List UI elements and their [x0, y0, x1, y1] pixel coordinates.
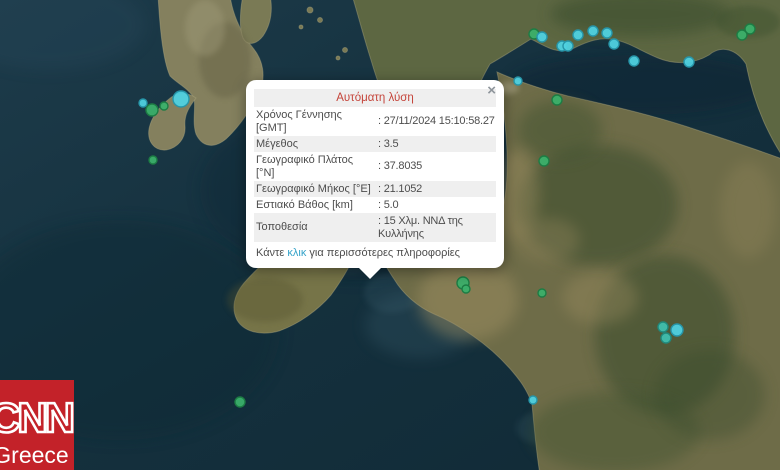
detail-row: Γεωγραφικό Πλάτος [°N]: 37.8035 [254, 152, 496, 181]
field-value: : 3.5 [376, 136, 496, 152]
earthquake-marker[interactable] [173, 91, 189, 107]
earthquake-marker[interactable] [514, 77, 522, 85]
earthquake-marker[interactable] [588, 26, 598, 36]
islet [343, 48, 348, 53]
earthquake-marker[interactable] [671, 324, 683, 336]
map-viewport: × Αυτόματη λύση Χρόνος Γέννησης [GMT]: 2… [0, 0, 780, 470]
earthquake-marker[interactable] [661, 333, 671, 343]
logo-region-text: Greece [0, 442, 69, 468]
field-label: Μέγεθος [254, 136, 376, 152]
field-label: Γεωγραφικό Μήκος [°E] [254, 181, 376, 197]
earthquake-marker[interactable] [629, 56, 639, 66]
field-label: Τοποθεσία [254, 213, 376, 242]
earthquake-marker[interactable] [563, 41, 573, 51]
more-info-link[interactable]: κλικ [287, 247, 306, 259]
cnn-greece-logo: CNN Greece [0, 380, 74, 470]
popup-tail [358, 267, 382, 279]
islet [307, 7, 313, 13]
earthquake-marker[interactable] [602, 28, 612, 38]
field-value: : 5.0 [376, 197, 496, 213]
field-label: Γεωγραφικό Πλάτος [°N] [254, 152, 376, 181]
close-icon[interactable]: × [487, 83, 496, 98]
earthquake-marker[interactable] [149, 156, 157, 164]
popup-title: Αυτόματη λύση [254, 89, 496, 107]
hint-text-before: Κάντε [256, 247, 287, 259]
earthquake-popup: × Αυτόματη λύση Χρόνος Γέννησης [GMT]: 2… [246, 80, 504, 268]
islet [299, 25, 303, 29]
earthquake-marker[interactable] [146, 104, 158, 116]
field-label: Χρόνος Γέννησης [GMT] [254, 107, 376, 136]
detail-row: Μέγεθος: 3.5 [254, 136, 496, 152]
detail-row: Χρόνος Γέννησης [GMT]: 27/11/2024 15:10:… [254, 107, 496, 136]
field-value: : 15 Χλμ. ΝΝΔ της Κυλλήνης [376, 213, 496, 242]
islet [336, 56, 340, 60]
earthquake-marker[interactable] [537, 32, 547, 42]
cnn-logo-text: CNN [0, 394, 73, 441]
detail-row: Εστιακό Βάθος [km]: 5.0 [254, 197, 496, 213]
earthquake-marker[interactable] [684, 57, 694, 67]
earthquake-details-table: Χρόνος Γέννησης [GMT]: 27/11/2024 15:10:… [254, 107, 496, 242]
field-value: : 37.8035 [376, 152, 496, 181]
earthquake-marker[interactable] [235, 397, 245, 407]
detail-row: Γεωγραφικό Μήκος [°E]: 21.1052 [254, 181, 496, 197]
earthquake-marker[interactable] [529, 396, 537, 404]
field-label: Εστιακό Βάθος [km] [254, 197, 376, 213]
hint-text-after: για περισσότερες πληροφορίες [306, 247, 460, 259]
earthquake-marker[interactable] [160, 102, 168, 110]
earthquake-marker[interactable] [658, 322, 668, 332]
earthquake-marker[interactable] [552, 95, 562, 105]
earthquake-marker[interactable] [609, 39, 619, 49]
earthquake-marker[interactable] [538, 289, 546, 297]
islet [318, 18, 323, 23]
field-value: : 27/11/2024 15:10:58.27 [376, 107, 496, 136]
earthquake-marker[interactable] [139, 99, 147, 107]
earthquake-marker[interactable] [573, 30, 583, 40]
detail-row: Τοποθεσία: 15 Χλμ. ΝΝΔ της Κυλλήνης [254, 213, 496, 242]
earthquake-marker[interactable] [462, 285, 470, 293]
earthquake-marker[interactable] [745, 24, 755, 34]
earthquake-marker[interactable] [539, 156, 549, 166]
popup-hint: Κάντε κλικ για περισσότερες πληροφορίες [254, 242, 496, 262]
field-value: : 21.1052 [376, 181, 496, 197]
